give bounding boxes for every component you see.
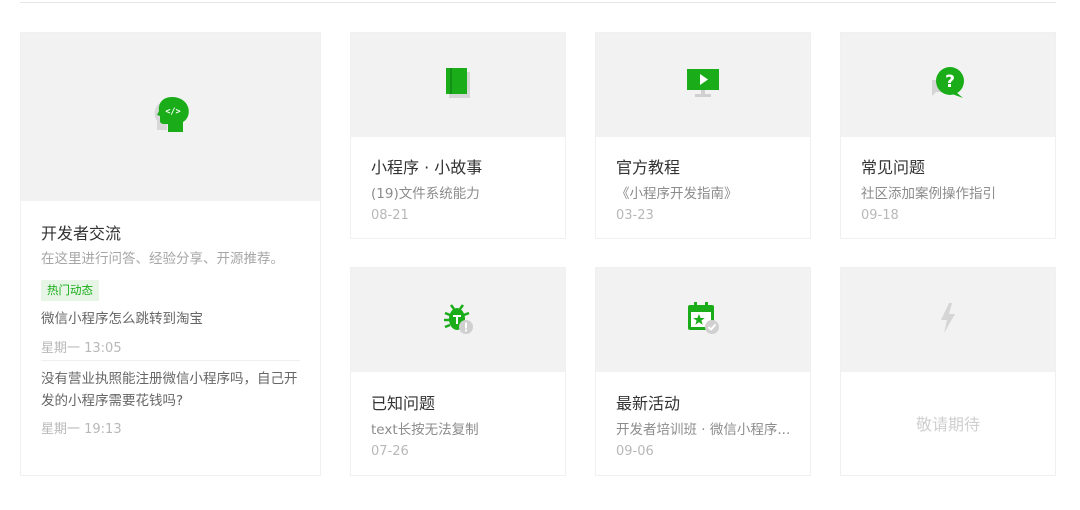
question-bubble-icon: ?	[930, 66, 966, 104]
svg-text:</>: </>	[165, 107, 180, 117]
card-date: 07-26	[371, 444, 409, 459]
bug-icon	[441, 301, 475, 339]
card-date: 09-18	[861, 208, 899, 223]
video-screen-icon	[686, 68, 720, 102]
card-subtitle: (19)文件系统能力	[371, 186, 480, 202]
book-icon	[445, 67, 471, 103]
card-faq[interactable]: ? 常见问题 社区添加案例操作指引 09-18	[840, 32, 1056, 239]
card-latest-events[interactable]: 最新活动 开发者培训班 · 微信小程序... 09-06	[595, 267, 811, 476]
card-developer-exchange[interactable]: </> 开发者交流 在这里进行问答、经验分享、开源推荐。 热门动态 微信小程序怎…	[20, 32, 321, 476]
card-subtitle: 社区添加案例操作指引	[861, 186, 996, 202]
card-thumbnail	[841, 268, 1055, 372]
card-date: 03-23	[616, 208, 654, 223]
top-divider	[20, 2, 1056, 3]
card-title: 官方教程	[616, 158, 681, 177]
hot-topics-badge: 热门动态	[41, 280, 99, 301]
card-thumbnail	[351, 268, 565, 372]
post-title[interactable]: 微信小程序怎么跳转到淘宝	[41, 308, 300, 330]
card-subtitle: text长按无法复制	[371, 422, 479, 438]
card-title: 最新活动	[616, 394, 681, 413]
card-date: 09-06	[616, 444, 654, 459]
post-time: 星期一 13:05	[41, 341, 122, 356]
card-coming-soon: 敬请期待	[840, 267, 1056, 476]
card-thumbnail: ?	[841, 33, 1055, 137]
card-title: 小程序 · 小故事	[371, 158, 483, 177]
post-time: 星期一 19:13	[41, 422, 122, 437]
card-subtitle: 《小程序开发指南》	[616, 186, 738, 202]
card-thumbnail	[596, 33, 810, 137]
card-thumbnail: </>	[21, 33, 320, 201]
coming-soon-label: 敬请期待	[915, 415, 980, 434]
calendar-star-icon	[685, 301, 721, 339]
card-thumbnail	[351, 33, 565, 137]
card-subtitle: 在这里进行问答、经验分享、开源推荐。	[41, 251, 284, 267]
card-subtitle: 开发者培训班 · 微信小程序...	[616, 422, 791, 438]
post-divider	[41, 360, 300, 361]
card-title: 已知问题	[371, 394, 436, 413]
post-title[interactable]: 没有营业执照能注册微信小程序吗，自己开发的小程序需要花钱吗?	[41, 368, 300, 412]
svg-text:?: ?	[945, 72, 955, 92]
card-official-tutorial[interactable]: 官方教程 《小程序开发指南》 03-23	[595, 32, 811, 239]
card-thumbnail	[596, 268, 810, 372]
lightning-icon	[939, 302, 957, 338]
developer-head-code-icon: </>	[150, 94, 192, 140]
card-mini-program-stories[interactable]: 小程序 · 小故事 (19)文件系统能力 08-21	[350, 32, 566, 239]
card-title: 常见问题	[861, 158, 926, 177]
card-date: 08-21	[371, 208, 409, 223]
card-title: 开发者交流	[41, 224, 122, 243]
card-known-issues[interactable]: 已知问题 text长按无法复制 07-26	[350, 267, 566, 476]
